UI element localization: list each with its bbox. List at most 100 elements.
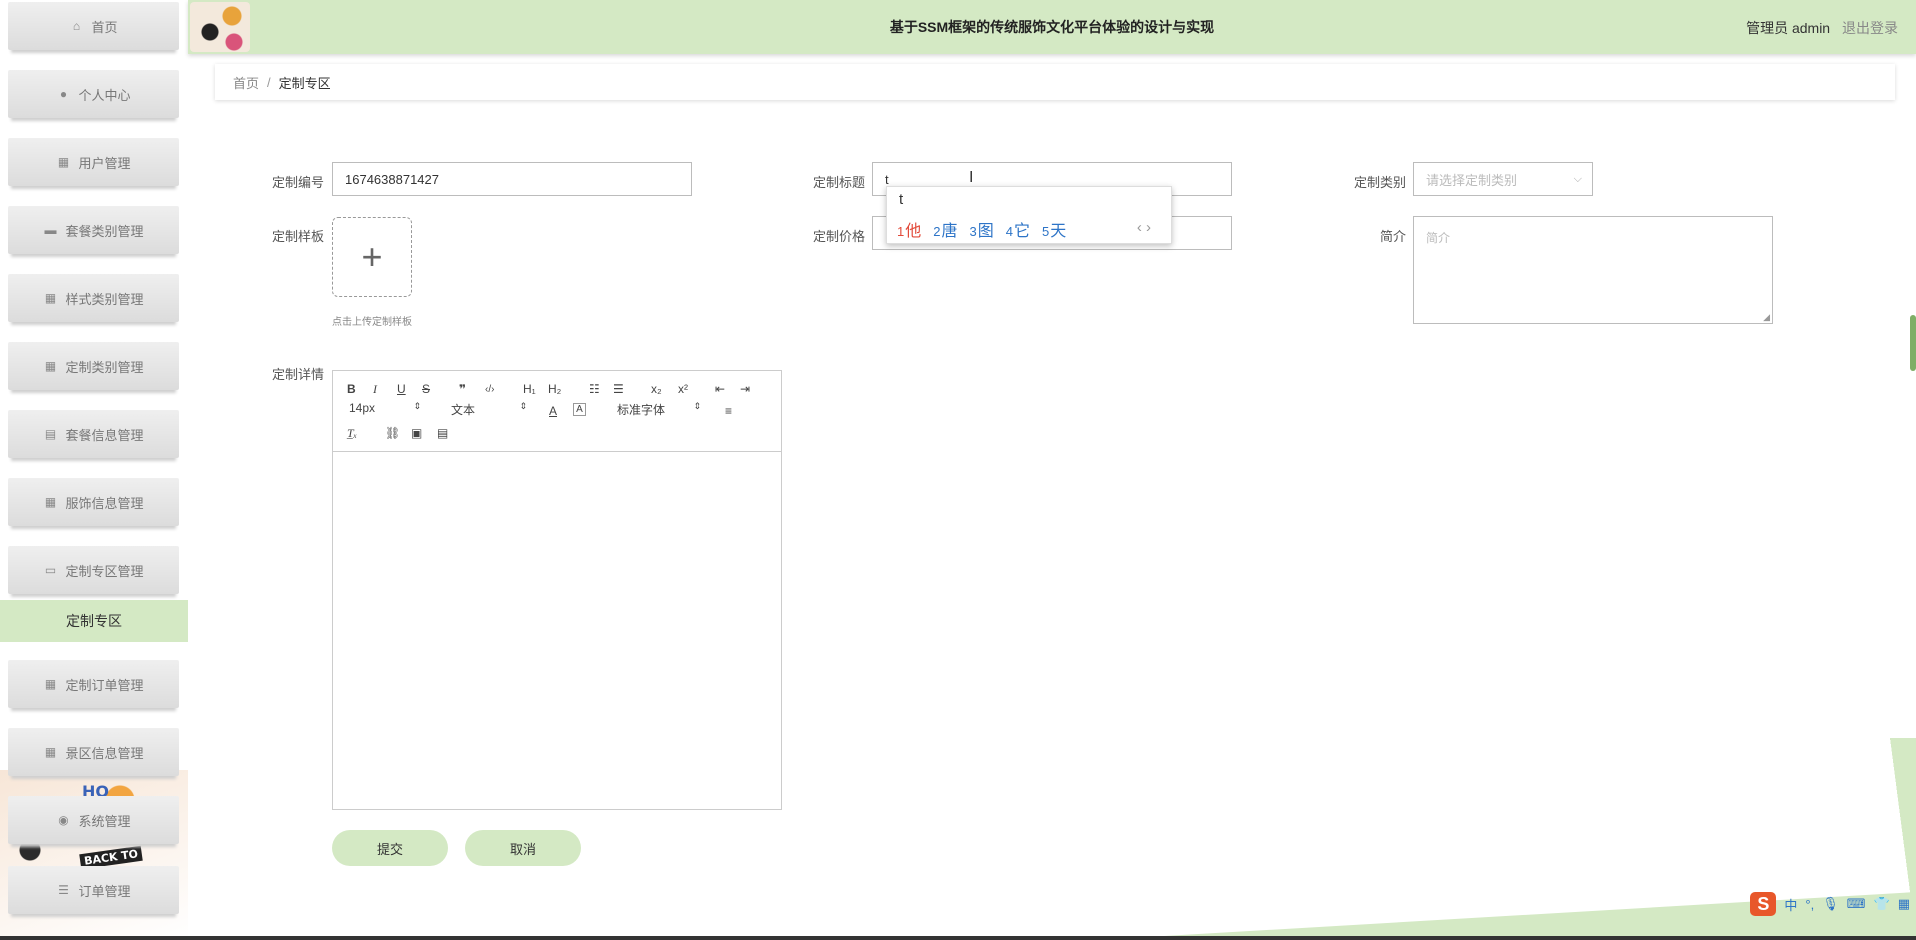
superscript-icon[interactable]: x² (678, 381, 688, 397)
chevron-down-icon: ⌵ (1573, 172, 1582, 185)
sidebar-item-label: 样式类别管理 (65, 291, 144, 307)
font-size-value: 14px (349, 401, 376, 415)
sidebar-item-style-category[interactable]: ▦ 样式类别管理 (8, 274, 179, 322)
sidebar-item-label: 服饰信息管理 (65, 495, 144, 511)
ime-candidate[interactable]: 4它 (1006, 217, 1030, 241)
ime-language-indicator[interactable]: 中 (1784, 895, 1797, 914)
ime-composition: t (899, 191, 904, 208)
breadcrumb-separator: / (267, 74, 271, 90)
ime-candidates: 1他 2唐 3图 4它 5天 (897, 217, 1066, 241)
scrollbar-handle[interactable] (1910, 315, 1916, 371)
microphone-icon[interactable]: 🎙 (1822, 896, 1839, 912)
sidebar-item-profile[interactable]: ● 个人中心 (8, 70, 179, 118)
rich-text-editor: B I U S ❞ ‹/› H₁ H₂ ☷ ☰ x₂ x² ⇤ ⇥ 14px ⇕… (332, 370, 782, 810)
breadcrumb: 首页 / 定制专区 (215, 64, 1895, 100)
subscript-icon[interactable]: x₂ (651, 381, 662, 397)
grid-icon: ▦ (44, 495, 57, 509)
ordered-list-icon[interactable]: ☷ (589, 381, 600, 397)
grid-icon: ▦ (44, 359, 57, 373)
sogou-logo-icon[interactable]: S (1750, 892, 1777, 916)
indent-icon[interactable]: ⇥ (740, 381, 750, 397)
upload-sample-button[interactable]: + (332, 217, 412, 297)
ime-candidate[interactable]: 1他 (897, 217, 921, 241)
intro-textarea[interactable]: 简介 ◢ (1413, 216, 1773, 324)
sidebar-item-users[interactable]: ▦ 用户管理 (8, 138, 179, 186)
candidate-text: 图 (977, 223, 994, 240)
custom-title-label: 定制标题 (812, 175, 865, 190)
heading-2-icon[interactable]: H₂ (548, 381, 561, 397)
link-icon[interactable]: ⛓ (385, 425, 400, 441)
video-icon[interactable]: ▤ (437, 425, 448, 441)
sidebar-item-package-category[interactable]: ▬ 套餐类别管理 (8, 206, 179, 254)
editor-content-area[interactable] (333, 452, 781, 810)
strikethrough-icon[interactable]: S (422, 381, 430, 397)
bold-icon[interactable]: B (347, 381, 356, 397)
select-arrows-icon: ⇕ (693, 401, 701, 411)
sidebar-subitem-custom-zone[interactable]: 定制专区 (0, 600, 188, 642)
ime-candidate[interactable]: 3图 (970, 217, 994, 241)
sidebar-item-clothing-info[interactable]: ▦ 服饰信息管理 (8, 478, 179, 526)
breadcrumb-current: 定制专区 (278, 75, 331, 91)
submit-button[interactable]: 提交 (332, 830, 448, 866)
sidebar-item-label: 景区信息管理 (65, 745, 144, 761)
code-block-icon[interactable]: ‹/› (485, 381, 494, 397)
sidebar: ⌂ 首页 ● 个人中心 ▦ 用户管理 ▬ 套餐类别管理 ▦ 样式类别管理 ▦ 定… (0, 0, 188, 940)
image-icon[interactable]: ▣ (411, 425, 422, 441)
sidebar-subitem-label: 定制专区 (66, 613, 122, 629)
heading-1-icon[interactable]: H₁ (523, 381, 536, 397)
candidate-text: 它 (1013, 223, 1030, 240)
block-format-value: 文本 (451, 403, 476, 417)
clear-format-icon[interactable]: T̲ₓ (347, 425, 357, 441)
grid-icon: ▦ (44, 291, 57, 305)
custom-no-value: 1674638871427 (345, 171, 439, 187)
sidebar-item-label: 订单管理 (78, 883, 131, 899)
logout-link[interactable]: 退出登录 (1842, 20, 1898, 36)
toolbox-grid-icon[interactable]: ▦ (1898, 896, 1910, 912)
skin-shirt-icon[interactable]: 👕 (1874, 896, 1890, 912)
text-cursor-icon: I (969, 169, 974, 186)
sidebar-item-system[interactable]: ◉ 系统管理 (8, 796, 179, 844)
sidebar-item-custom-zone-mgmt[interactable]: ▭ 定制专区管理 (8, 546, 179, 594)
font-size-select[interactable]: 14px ⇕ (349, 401, 421, 415)
sidebar-item-home[interactable]: ⌂ 首页 (8, 2, 179, 50)
sidebar-item-label: 套餐信息管理 (65, 427, 144, 443)
background-color-icon[interactable]: A (573, 403, 586, 416)
outdent-icon[interactable]: ⇤ (715, 381, 725, 397)
candidate-number: 4 (1005, 224, 1013, 239)
breadcrumb-home[interactable]: 首页 (233, 73, 259, 92)
cancel-button[interactable]: 取消 (465, 830, 581, 866)
detail-label: 定制详情 (271, 367, 324, 382)
resize-handle-icon[interactable]: ◢ (1763, 312, 1770, 323)
ime-status-bar: S 中 °, 🎙 ⌨ 👕 ▦ (1750, 892, 1916, 916)
block-format-select[interactable]: 文本 ⇕ (451, 401, 527, 418)
intro-placeholder: 简介 (1426, 231, 1451, 245)
punctuation-icon[interactable]: °, (1805, 897, 1814, 912)
monitor-icon: ▭ (44, 563, 57, 577)
editor-toolbar: B I U S ❞ ‹/› H₁ H₂ ☷ ☰ x₂ x² ⇤ ⇥ 14px ⇕… (333, 371, 781, 452)
ime-candidate[interactable]: 2唐 (933, 217, 957, 241)
ime-page-nav[interactable]: ‹ › (1137, 219, 1151, 236)
font-color-icon[interactable]: A (549, 403, 557, 419)
intro-label: 简介 (1379, 229, 1406, 244)
blockquote-icon[interactable]: ❞ (459, 381, 466, 397)
keyboard-icon[interactable]: ⌨ (1847, 896, 1866, 912)
ime-candidate[interactable]: 5天 (1042, 217, 1066, 241)
user-area: 管理员 admin 退出登录 (1746, 18, 1898, 38)
align-left-icon[interactable]: ≡ (725, 403, 732, 419)
sidebar-item-label: 用户管理 (78, 155, 131, 171)
sidebar-item-custom-order[interactable]: ▦ 定制订单管理 (8, 660, 179, 708)
custom-no-field[interactable]: 1674638871427 (332, 162, 692, 196)
underline-icon[interactable]: U (397, 381, 406, 397)
briefcase-icon: ▬ (44, 223, 57, 237)
sidebar-item-orders[interactable]: ☰ 订单管理 (8, 866, 179, 914)
italic-icon[interactable]: I (373, 381, 377, 397)
custom-category-select[interactable]: 请选择定制类别 ⌵ (1413, 162, 1593, 196)
sidebar-item-scenic-info[interactable]: ▦ 景区信息管理 (8, 728, 179, 776)
sidebar-item-custom-category[interactable]: ▦ 定制类别管理 (8, 342, 179, 390)
custom-category-label: 定制类别 (1353, 175, 1406, 190)
sidebar-item-label: 首页 (91, 19, 118, 35)
font-family-select[interactable]: 标准字体 ⇕ (617, 401, 701, 418)
candidate-text: 唐 (941, 223, 958, 240)
bullet-list-icon[interactable]: ☰ (613, 381, 624, 397)
sidebar-item-package-info[interactable]: ▤ 套餐信息管理 (8, 410, 179, 458)
